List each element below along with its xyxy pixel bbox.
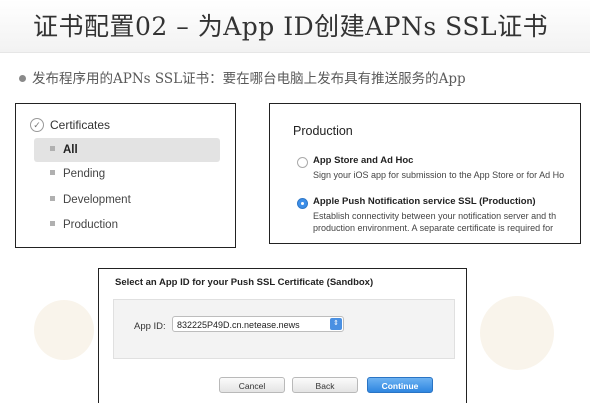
certificates-panel: ✓ Certificates All Pending Development Pr… (15, 103, 236, 248)
sidebar-item-development[interactable]: Development (34, 188, 220, 212)
sidebar-item-label: Development (63, 194, 131, 206)
app-id-panel: Select an App ID for your Push SSL Certi… (98, 268, 467, 403)
bullet-text-row: 发布程序用的APNs SSL证书：要在哪台电脑上发布具有推送服务的App (19, 67, 466, 87)
square-bullet-icon (50, 146, 55, 152)
production-heading: Production (293, 124, 353, 138)
sidebar-item-label: All (63, 144, 78, 156)
decorative-seal-shape (480, 296, 554, 370)
app-id-select[interactable]: 832225P49D.cn.netease.news ⇕ (172, 316, 344, 332)
cancel-button[interactable]: Cancel (219, 377, 285, 393)
certificates-header-label: Certificates (50, 118, 111, 132)
sidebar-item-label: Pending (63, 168, 106, 180)
square-bullet-icon (50, 170, 55, 176)
chevron-up-down-icon: ⇕ (330, 318, 342, 330)
square-bullet-icon (50, 221, 55, 227)
option-title-apns-production[interactable]: Apple Push Notification service SSL (Pro… (313, 196, 536, 207)
option-description-apns-line1: Establish connectivity between your noti… (313, 211, 557, 221)
bullet-text: 发布程序用的APNs SSL证书：要在哪台电脑上发布具有推送服务的App (32, 71, 466, 87)
certificate-icon: ✓ (30, 117, 44, 132)
square-bullet-icon (50, 196, 55, 202)
decorative-seal-shape (34, 300, 94, 360)
app-id-selected-value: 832225P49D.cn.netease.news (177, 320, 300, 330)
option-title-app-store[interactable]: App Store and Ad Hoc (313, 155, 413, 166)
production-panel: Production App Store and Ad Hoc Sign you… (269, 103, 581, 244)
radio-apns-ssl-production[interactable] (297, 198, 308, 209)
sidebar-item-production[interactable]: Production (34, 213, 220, 237)
radio-app-store-ad-hoc[interactable] (297, 157, 308, 168)
app-id-form-box: App ID: 832225P49D.cn.netease.news ⇕ (113, 299, 455, 359)
back-button[interactable]: Back (292, 377, 358, 393)
sidebar-item-pending[interactable]: Pending (34, 162, 220, 186)
bullet-dot-icon (19, 75, 26, 82)
app-id-panel-header: Select an App ID for your Push SSL Certi… (115, 277, 374, 288)
option-description-app-store: Sign your iOS app for submission to the … (313, 170, 565, 180)
slide-title: 证书配置02 – 为App ID创建APNs SSL证书 (33, 12, 549, 41)
app-id-label: App ID: (134, 321, 166, 332)
option-description-apns-line2: production environment. A separate certi… (313, 223, 554, 233)
sidebar-item-label: Production (63, 219, 118, 231)
sidebar-item-all[interactable]: All (34, 138, 220, 162)
continue-button[interactable]: Continue (367, 377, 433, 393)
certificates-header[interactable]: ✓ Certificates (30, 117, 111, 133)
